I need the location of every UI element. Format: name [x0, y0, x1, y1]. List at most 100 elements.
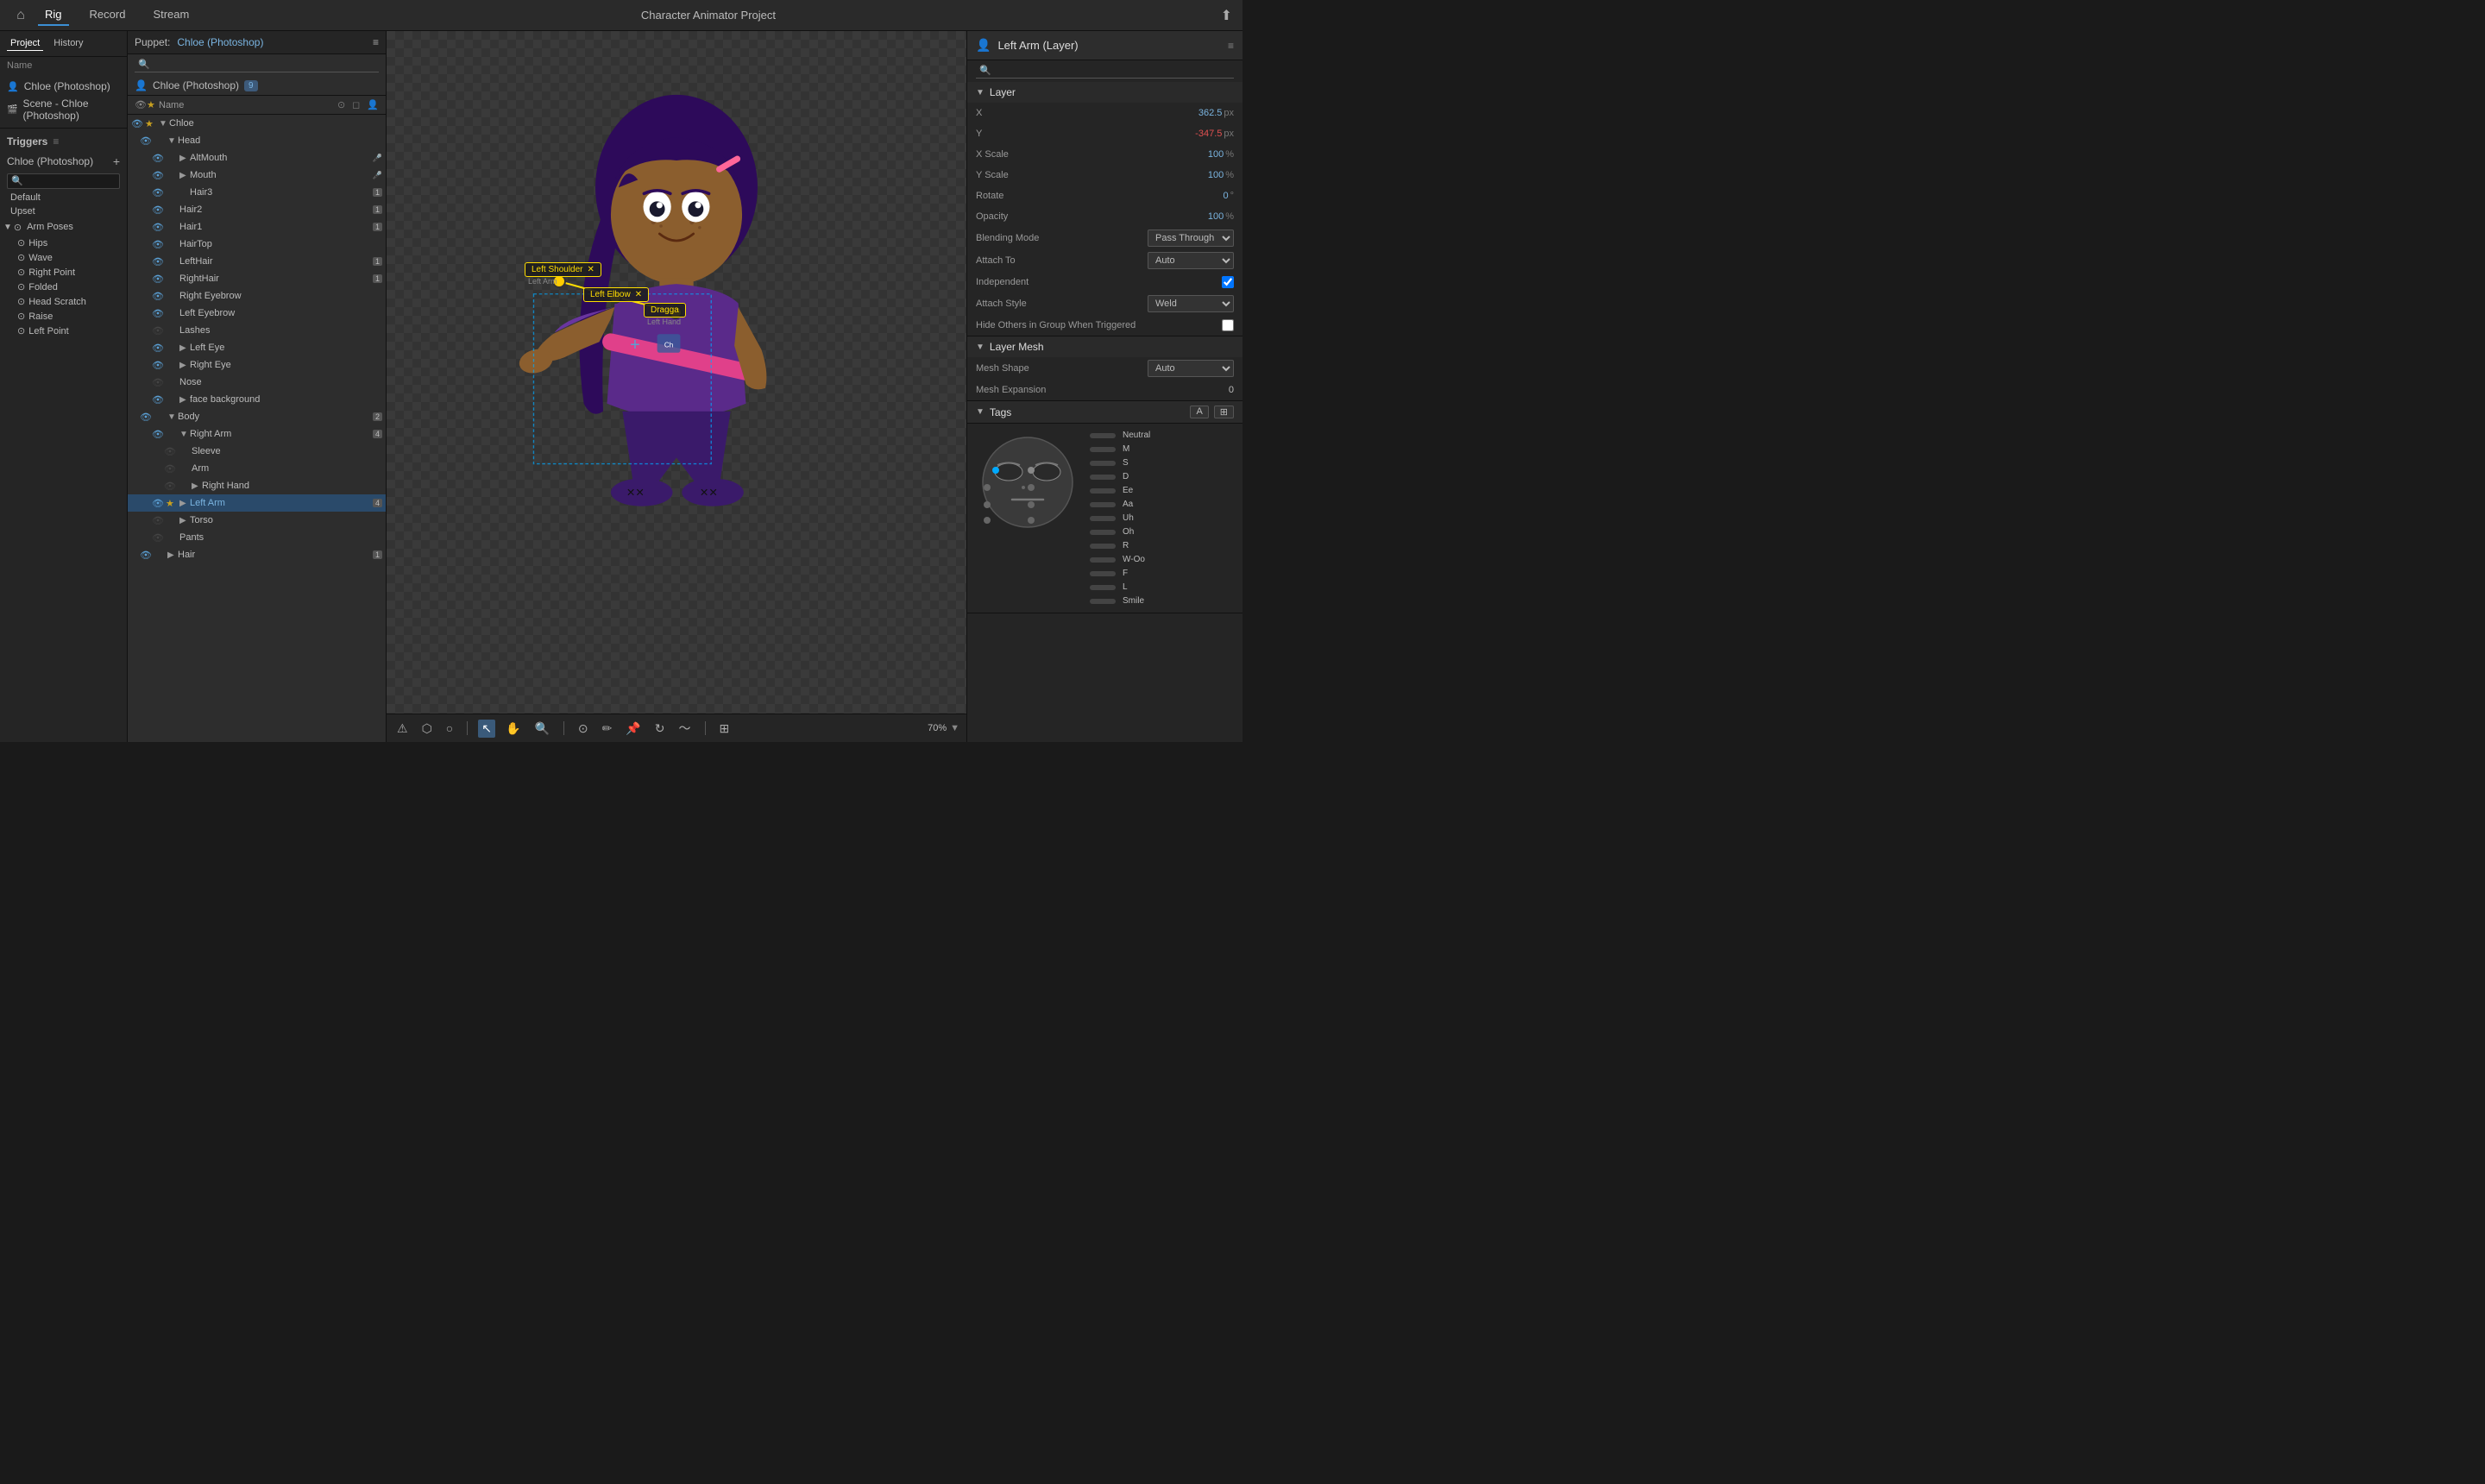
node-left-elbow[interactable]: Left Elbow ✕: [583, 287, 649, 302]
prop-hide-others-checkbox[interactable]: [1222, 319, 1234, 331]
vis-righthair[interactable]: 👁: [152, 274, 164, 285]
tree-item-hair1[interactable]: 👁 Hair1 1: [128, 218, 386, 236]
left-elbow-close[interactable]: ✕: [635, 290, 642, 299]
vis-lashes[interactable]: 👁: [152, 325, 164, 336]
tree-item-left-eyebrow[interactable]: 👁 Left Eyebrow: [128, 305, 386, 322]
tree-item-altmouth[interactable]: 👁 ▶ AltMouth 🎤: [128, 149, 386, 167]
prop-mesh-expansion-value[interactable]: 0: [1182, 385, 1234, 395]
tab-history[interactable]: History: [50, 36, 86, 51]
tree-item-left-arm[interactable]: 👁 ★ ▶ Left Arm 4: [128, 494, 386, 512]
vis-left-eyebrow[interactable]: 👁: [152, 308, 164, 319]
project-item-puppet[interactable]: 👤 Chloe (Photoshop): [0, 78, 127, 95]
arm-pose-head-scratch[interactable]: ⊙ Head Scratch: [0, 294, 127, 309]
vis-mouth[interactable]: 👁: [152, 170, 164, 181]
puppet-search-input[interactable]: [135, 58, 379, 72]
expand-body[interactable]: ▼: [167, 412, 176, 422]
circle-tool[interactable]: ○: [443, 720, 456, 737]
vis-nose[interactable]: 👁: [152, 377, 164, 388]
node-dragga[interactable]: Dragga Left Hand: [644, 303, 686, 326]
prop-independent-checkbox[interactable]: [1222, 276, 1234, 288]
prop-x-value[interactable]: 362.5: [1170, 108, 1222, 118]
right-eye-dot[interactable]: [1028, 467, 1035, 474]
expand-right-eye[interactable]: ▶: [179, 361, 188, 370]
vis-hair2[interactable]: 👁: [152, 204, 164, 216]
vis-sleeve[interactable]: 👁: [164, 446, 176, 457]
tree-item-hair[interactable]: 👁 ▶ Hair 1: [128, 546, 386, 563]
tree-item-right-arm[interactable]: 👁 ▼ Right Arm 4: [128, 425, 386, 443]
vis-arm[interactable]: 👁: [164, 463, 176, 475]
tree-item-lashes[interactable]: 👁 Lashes: [128, 322, 386, 339]
hand-tool[interactable]: ✋: [502, 720, 524, 738]
arm-pose-raise[interactable]: ⊙ Raise: [0, 309, 127, 324]
wave-tool[interactable]: 〜: [676, 718, 695, 739]
layer-mesh-section-header[interactable]: ▼ Layer Mesh: [967, 336, 1242, 357]
expand-right-hand[interactable]: ▶: [192, 481, 200, 491]
tree-item-right-hand[interactable]: 👁 ▶ Right Hand: [128, 477, 386, 494]
right-panel-menu-icon[interactable]: ≡: [1228, 40, 1234, 52]
tree-item-mouth[interactable]: 👁 ▶ Mouth 🎤: [128, 167, 386, 184]
expand-left-arm[interactable]: ▶: [179, 499, 188, 508]
tree-item-righthair[interactable]: 👁 RightHair 1: [128, 270, 386, 287]
trigger-item-upset[interactable]: Upset: [0, 204, 127, 218]
tree-item-left-eye[interactable]: 👁 ▶ Left Eye: [128, 339, 386, 356]
tree-item-face-bg[interactable]: 👁 ▶ face background: [128, 391, 386, 408]
layer-section-header[interactable]: ▼ Layer: [967, 82, 1242, 103]
add-trigger-button[interactable]: +: [113, 154, 120, 168]
zoom-dropdown-icon[interactable]: ▼: [950, 723, 959, 733]
tree-item-torso[interactable]: 👁 ▶ Torso: [128, 512, 386, 529]
bottom-right-dot[interactable]: [1028, 501, 1035, 508]
tree-item-arm[interactable]: 👁 Arm: [128, 460, 386, 477]
vis-body[interactable]: 👁: [140, 412, 152, 423]
expand-chloe[interactable]: ▼: [159, 119, 167, 129]
vis-right-arm[interactable]: 👁: [152, 429, 164, 440]
arm-pose-left-point[interactable]: ⊙ Left Point: [0, 324, 127, 338]
grid-tool[interactable]: ⊞: [716, 720, 733, 738]
star-left-arm[interactable]: ★: [166, 498, 178, 509]
star-chloe[interactable]: ★: [145, 118, 157, 129]
tree-item-right-eye[interactable]: 👁 ▶ Right Eye: [128, 356, 386, 374]
tab-project[interactable]: Project: [7, 36, 43, 51]
prop-mesh-shape-dropdown[interactable]: Auto Manual: [1148, 360, 1234, 377]
node-left-shoulder[interactable]: Left Shoulder ✕ Left Arm: [525, 262, 601, 286]
vis-face-bg[interactable]: 👁: [152, 394, 164, 406]
arm-pose-folded[interactable]: ⊙ Folded: [0, 280, 127, 294]
prop-x-scale-value[interactable]: 100: [1172, 149, 1224, 160]
project-item-scene[interactable]: 🎬 Scene - Chloe (Photoshop): [0, 95, 127, 124]
prop-search-input[interactable]: [976, 64, 1234, 79]
tags-grid-button[interactable]: ⊞: [1214, 406, 1234, 418]
vis-altmouth[interactable]: 👁: [152, 153, 164, 164]
tree-item-hair2[interactable]: 👁 Hair2 1: [128, 201, 386, 218]
tree-item-lefthair[interactable]: 👁 LeftHair 1: [128, 253, 386, 270]
expand-left-eye[interactable]: ▶: [179, 343, 188, 353]
vis-pants[interactable]: 👁: [152, 532, 164, 544]
rotate-tool[interactable]: ↻: [651, 720, 669, 738]
prop-y-scale-value[interactable]: 100: [1172, 170, 1224, 180]
prop-blending-dropdown[interactable]: Pass Through Normal Multiply Screen: [1148, 230, 1234, 247]
expand-mouth[interactable]: ▶: [179, 171, 188, 180]
arm-pose-right-point[interactable]: ⊙ Right Point: [0, 265, 127, 280]
pin-tool[interactable]: 📌: [622, 720, 644, 738]
tree-item-hairtop[interactable]: 👁 HairTop: [128, 236, 386, 253]
bottom-left-dot[interactable]: [984, 501, 991, 508]
vis-hair3[interactable]: 👁: [152, 187, 164, 198]
puppet-menu-icon[interactable]: ≡: [373, 36, 379, 48]
vis-hair[interactable]: 👁: [140, 550, 152, 561]
arm-poses-group[interactable]: ▼ ⊙ Arm Poses: [0, 218, 127, 236]
vis-chloe[interactable]: 👁: [131, 118, 143, 129]
puppet-name-link[interactable]: Chloe (Photoshop): [177, 36, 263, 48]
tree-item-nose[interactable]: 👁 Nose: [128, 374, 386, 391]
expand-right-arm[interactable]: ▼: [179, 430, 188, 439]
tab-stream[interactable]: Stream: [146, 4, 196, 26]
left-shoulder-close[interactable]: ✕: [588, 265, 595, 274]
vis-hairtop[interactable]: 👁: [152, 239, 164, 250]
brush-tool[interactable]: ✏: [599, 720, 616, 738]
prop-rotate-value[interactable]: 0: [1177, 191, 1229, 201]
expand-head[interactable]: ▼: [167, 136, 176, 146]
arm-pose-wave[interactable]: ⊙ Wave: [0, 250, 127, 265]
vis-right-hand[interactable]: 👁: [164, 481, 176, 492]
left-eye-dot[interactable]: [992, 467, 999, 474]
record-tool[interactable]: ⊙: [575, 720, 592, 738]
tags-a-button[interactable]: A: [1190, 406, 1208, 418]
triggers-search-input[interactable]: [7, 173, 120, 189]
warning-tool[interactable]: ⚠: [393, 720, 412, 738]
